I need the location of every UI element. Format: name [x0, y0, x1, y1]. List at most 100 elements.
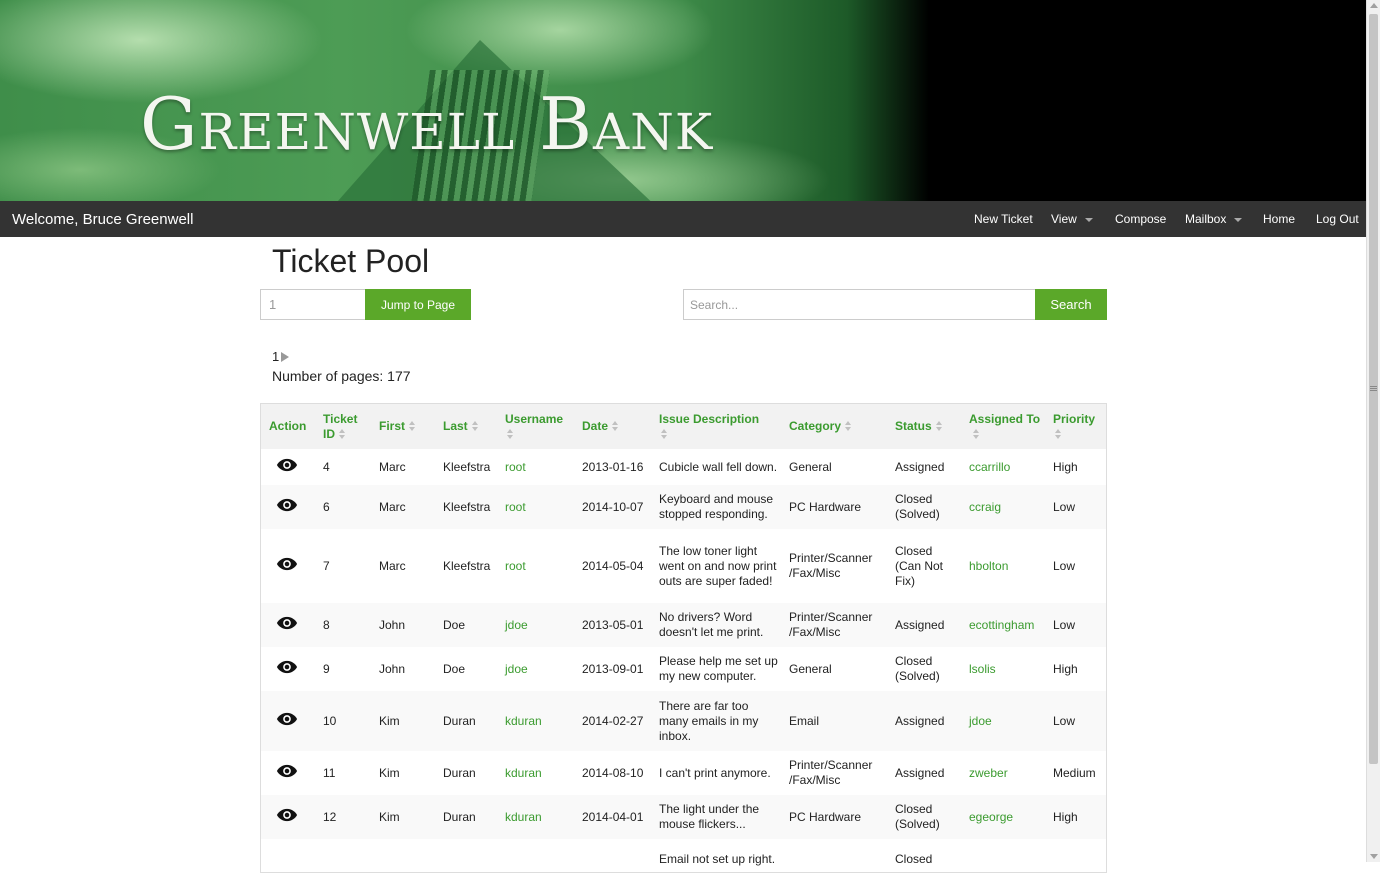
- action-cell: [261, 485, 315, 529]
- nav-logout[interactable]: Log Out: [1316, 212, 1359, 226]
- sort-icon[interactable]: [935, 421, 944, 432]
- view-eye-icon[interactable]: [276, 808, 298, 822]
- sort-icon[interactable]: [845, 421, 853, 432]
- view-eye-icon[interactable]: [276, 458, 298, 472]
- assigned-to-link[interactable]: ecottingham: [969, 618, 1034, 632]
- last-name-cell: Duran: [443, 713, 476, 728]
- col-username[interactable]: Username: [497, 404, 574, 449]
- username-link[interactable]: jdoe: [505, 618, 528, 632]
- status-cell: Closed (Solved): [895, 492, 940, 521]
- nav-mailbox-dropdown[interactable]: Mailbox: [1185, 212, 1243, 226]
- issue-description-cell: There are far too many emails in my inbo…: [659, 698, 759, 743]
- nav-view-dropdown[interactable]: View: [1051, 212, 1093, 226]
- action-cell: [261, 529, 315, 603]
- priority-cell: Low: [1053, 499, 1076, 514]
- status-cell: Closed (Can Not Fix): [895, 543, 944, 588]
- scroll-up-arrow-icon[interactable]: [1370, 3, 1378, 8]
- date-cell: 2013-01-16: [582, 459, 644, 474]
- col-ticket-id[interactable]: Ticket ID: [315, 404, 371, 449]
- username-link[interactable]: root: [505, 559, 526, 573]
- assigned-to-link[interactable]: hbolton: [969, 559, 1008, 573]
- view-eye-icon[interactable]: [276, 498, 298, 512]
- chevron-down-icon: [1084, 217, 1093, 222]
- first-name-cell: Kim: [379, 809, 400, 824]
- col-issue-label: Issue Description: [659, 411, 760, 426]
- username-link[interactable]: kduran: [505, 810, 542, 824]
- sort-icon[interactable]: [339, 428, 347, 440]
- first-name-cell: John: [379, 617, 406, 632]
- ticket-id-cell: 12: [323, 809, 337, 824]
- priority-cell: Medium: [1053, 765, 1096, 780]
- view-eye-icon[interactable]: [276, 557, 298, 571]
- username-cell: [497, 839, 574, 872]
- category-cell: PC Hardware: [789, 809, 862, 824]
- ticket-id-cell: [315, 839, 371, 872]
- col-issue[interactable]: Issue Description: [651, 404, 781, 449]
- last-name-cell: Doe: [443, 661, 466, 676]
- sort-icon[interactable]: [973, 428, 981, 440]
- sort-icon[interactable]: [471, 421, 480, 432]
- next-page-arrow-icon[interactable]: [281, 352, 290, 362]
- priority-cell: [1045, 839, 1106, 872]
- first-name-cell: Kim: [379, 765, 400, 780]
- search-input[interactable]: [683, 289, 1036, 320]
- status-cell: Closed (Solved): [895, 802, 940, 831]
- jump-to-page-button[interactable]: Jump to Page: [365, 289, 471, 320]
- username-link[interactable]: root: [505, 460, 526, 474]
- assigned-to-link[interactable]: zweber: [969, 766, 1008, 780]
- col-status[interactable]: Status: [887, 404, 961, 449]
- date-cell: 2014-08-10: [582, 765, 644, 780]
- first-name-cell: [371, 839, 435, 872]
- view-eye-icon[interactable]: [276, 660, 298, 674]
- col-status-label: Status: [895, 419, 932, 433]
- col-last[interactable]: Last: [435, 404, 497, 449]
- col-priority-label: Priority: [1053, 411, 1096, 426]
- assigned-to-link[interactable]: ccarrillo: [969, 460, 1010, 474]
- col-date[interactable]: Date: [574, 404, 651, 449]
- search-button[interactable]: Search: [1035, 289, 1107, 320]
- issue-description-cell: The low toner light went on and now prin…: [659, 543, 777, 588]
- view-eye-icon[interactable]: [276, 712, 298, 726]
- chevron-down-icon: [1234, 217, 1243, 222]
- welcome-text: Welcome, Bruce Greenwell: [12, 211, 194, 228]
- nav-home[interactable]: Home: [1263, 212, 1295, 226]
- sort-icon[interactable]: [1055, 428, 1063, 440]
- sort-icon[interactable]: [661, 428, 669, 440]
- username-cell: root: [497, 529, 574, 603]
- username-link[interactable]: kduran: [505, 714, 542, 728]
- issue-description-cell: No drivers? Word doesn't let me print.: [659, 610, 764, 639]
- username-cell: root: [497, 485, 574, 529]
- username-cell: jdoe: [497, 647, 574, 691]
- sort-icon[interactable]: [612, 421, 620, 432]
- username-link[interactable]: kduran: [505, 766, 542, 780]
- table-row: 8 John Doe jdoe 2013-05-01 No drivers? Word d…: [261, 603, 1106, 647]
- last-name-cell: [435, 839, 497, 872]
- col-username-label: Username: [505, 411, 564, 426]
- col-category[interactable]: Category: [781, 404, 887, 449]
- sort-icon[interactable]: [507, 428, 515, 440]
- assigned-to-link[interactable]: lsolis: [969, 662, 996, 676]
- username-cell: kduran: [497, 751, 574, 795]
- col-action-label: Action: [269, 419, 307, 433]
- nav-compose[interactable]: Compose: [1115, 212, 1166, 226]
- view-eye-icon[interactable]: [276, 616, 298, 630]
- col-assigned-to[interactable]: Assigned To: [961, 404, 1045, 449]
- status-cell: Assigned: [895, 459, 945, 474]
- assigned-to-link[interactable]: egeorge: [969, 810, 1013, 824]
- col-priority[interactable]: Priority: [1045, 404, 1106, 449]
- page-scrollbar[interactable]: [1366, 0, 1380, 862]
- page-number-input[interactable]: [260, 289, 366, 320]
- nav-home-label: Home: [1263, 212, 1296, 226]
- assigned-to-link[interactable]: jdoe: [969, 714, 992, 728]
- view-eye-icon[interactable]: [276, 764, 298, 778]
- col-date-label: Date: [582, 419, 609, 433]
- username-link[interactable]: root: [505, 500, 526, 514]
- scroll-down-arrow-icon[interactable]: [1370, 854, 1378, 859]
- category-cell: General: [789, 459, 832, 474]
- nav-compose-label: Compose: [1115, 212, 1167, 226]
- sort-icon[interactable]: [409, 421, 417, 432]
- nav-new-ticket[interactable]: New Ticket: [974, 212, 1033, 226]
- username-link[interactable]: jdoe: [505, 662, 528, 676]
- col-first[interactable]: First: [371, 404, 435, 449]
- assigned-to-link[interactable]: ccraig: [969, 500, 1001, 514]
